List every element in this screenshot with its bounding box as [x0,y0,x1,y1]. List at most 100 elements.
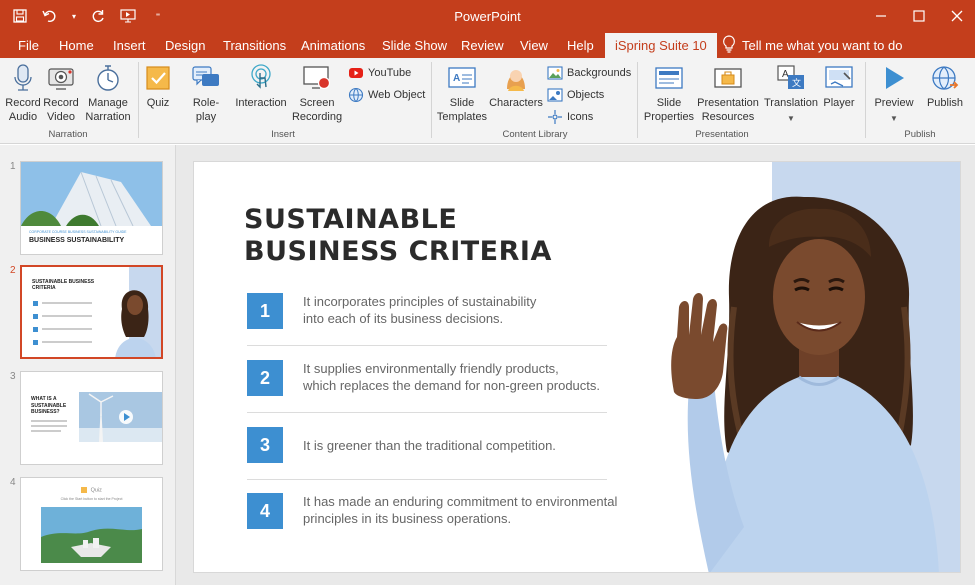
criterion-text-line: It incorporates principles of sustainabi… [303,294,537,309]
slide-title[interactable]: SUSTAINABLE BUSINESS CRITERIA [244,204,552,268]
thumbnail-text-line [31,430,61,432]
icons-library-icon [548,110,562,124]
tab-insert[interactable]: Insert [113,38,146,53]
criterion-text-line: which replaces the demand for non-green … [303,378,601,393]
criterion-number: 4 [247,493,283,529]
quiz-check-icon [81,487,88,493]
building-image [21,162,162,227]
lightbulb-icon [722,35,736,56]
backgrounds-button[interactable]: Backgrounds [547,65,631,81]
slide-canvas[interactable]: SUSTAINABLE BUSINESS CRITERIA 1 It incor… [193,161,961,573]
thumbnail-bullet [33,301,38,306]
record-audio-button[interactable]: Record Audio [5,63,41,124]
slide-properties-button[interactable]: Slide Properties [643,63,695,124]
presentation-resources-button[interactable]: Presentation Resources [696,63,760,124]
thumbnail-text-line [42,302,92,304]
group-label-publish: Publish [904,129,936,140]
svg-text:文: 文 [792,77,801,88]
slide-thumbnail-2[interactable]: SUSTAINABLE BUSINESS CRITERIA [20,265,163,359]
tab-slide-show[interactable]: Slide Show [382,38,447,53]
thumbnail-number: 3 [10,371,16,382]
tab-help[interactable]: Help [567,38,594,53]
woman-photo[interactable] [649,187,961,573]
web-object-button[interactable]: Web Object [348,87,425,103]
role-play-button[interactable]: Role-play [184,63,228,124]
icons-button[interactable]: Icons [547,109,593,125]
group-label-presentation: Presentation [695,129,749,140]
preview-dropdown-icon[interactable]: ▼ [890,112,898,126]
title-bar: ▾ ⁼ PowerPoint [0,0,975,33]
tab-animations[interactable]: Animations [301,38,365,53]
tab-design[interactable]: Design [165,38,205,53]
objects-button[interactable]: Objects [547,87,604,103]
criterion-number: 3 [247,427,283,463]
criterion-text: It supplies environmentally friendly pro… [303,360,633,394]
characters-button[interactable]: Characters [489,63,543,110]
criteria-divider [247,345,607,346]
tell-me-placeholder: Tell me what you want to do [742,38,903,53]
manage-narration-button[interactable]: Manage Narration [85,63,131,124]
thumbnail-subtitle: CORPORATE COURSE BUSINESS SUSTAINABILITY… [29,230,127,234]
screen-recording-button[interactable]: Screen Recording [292,63,342,124]
slide-thumbnail-1[interactable]: CORPORATE COURSE BUSINESS SUSTAINABILITY… [20,161,163,255]
thumbnail-bullet [33,327,38,332]
maximize-icon[interactable] [909,6,929,26]
coastal-city-image [41,507,142,563]
interaction-button[interactable]: Interaction [235,63,287,110]
slide-templates-button[interactable]: A Slide Templates [436,63,488,124]
tab-ispring-suite[interactable]: iSpring Suite 10 [605,33,717,58]
criteria-divider [247,412,607,413]
landscape-icon [547,66,563,80]
play-icon [886,67,904,89]
publish-globe-icon [932,66,959,90]
thumbnail-number: 1 [10,161,16,172]
group-label-insert: Insert [271,129,295,140]
slide-thumbnails-pane: 1 CORPORATE COURSE BUSINESS SUSTAINABILI… [0,145,176,585]
youtube-button[interactable]: YouTube [348,65,411,81]
woman-photo [115,290,156,357]
record-video-button[interactable]: Record Video [43,63,79,124]
tab-transitions[interactable]: Transitions [223,38,286,53]
app-title: PowerPoint [454,9,521,24]
close-icon[interactable] [947,6,967,26]
tab-home[interactable]: Home [59,38,94,53]
slide-thumbnail-3[interactable]: WHAT IS A SUSTAINABLE BUSINESS? [20,371,163,465]
thumbnail-quiz-header: Quiz [21,487,162,493]
group-separator [138,62,139,138]
globe-icon [348,87,364,103]
svg-text:A: A [453,73,460,84]
publish-button[interactable]: Publish [925,63,965,110]
criterion-text-line: It supplies environmentally friendly pro… [303,361,559,376]
wind-turbine-video [79,392,162,442]
webcam-icon [48,68,74,90]
player-icon [825,66,853,88]
criterion-text-line: It is greener than the traditional compe… [303,438,556,453]
criterion-number: 2 [247,360,283,396]
group-separator [637,62,638,138]
tab-review[interactable]: Review [461,38,504,53]
translation-button[interactable]: A文 Translation ▼ [763,63,819,126]
svg-text:A: A [782,69,789,80]
preview-button[interactable]: Preview ▼ [874,63,914,126]
group-label-narration: Narration [48,129,88,140]
criterion-number: 1 [247,293,283,329]
criteria-divider [247,479,607,480]
youtube-icon [349,68,363,78]
ribbon-tabs: File Home Insert Design Transitions Anim… [0,33,975,58]
microphone-icon [14,64,32,91]
character-icon [507,70,525,91]
thumbnail-text-line [31,420,67,422]
slide-title-line: BUSINESS CRITERIA [244,236,552,267]
tab-file[interactable]: File [18,38,39,53]
player-button[interactable]: Player [822,63,856,110]
tell-me-search[interactable]: Tell me what you want to do [722,35,902,56]
minimize-icon[interactable] [871,6,891,26]
quiz-button[interactable]: Quiz [145,63,171,110]
tab-view[interactable]: View [520,38,548,53]
thumbnail-title: SUSTAINABLE BUSINESS CRITERIA [32,279,95,291]
thumbnail-number: 4 [10,477,16,488]
resources-icon [714,68,742,88]
translation-dropdown-icon[interactable]: ▼ [787,112,795,126]
slide-thumbnail-4[interactable]: Quiz Click the Start button to start the… [20,477,163,571]
thumbnail-title: Quiz [90,487,102,494]
